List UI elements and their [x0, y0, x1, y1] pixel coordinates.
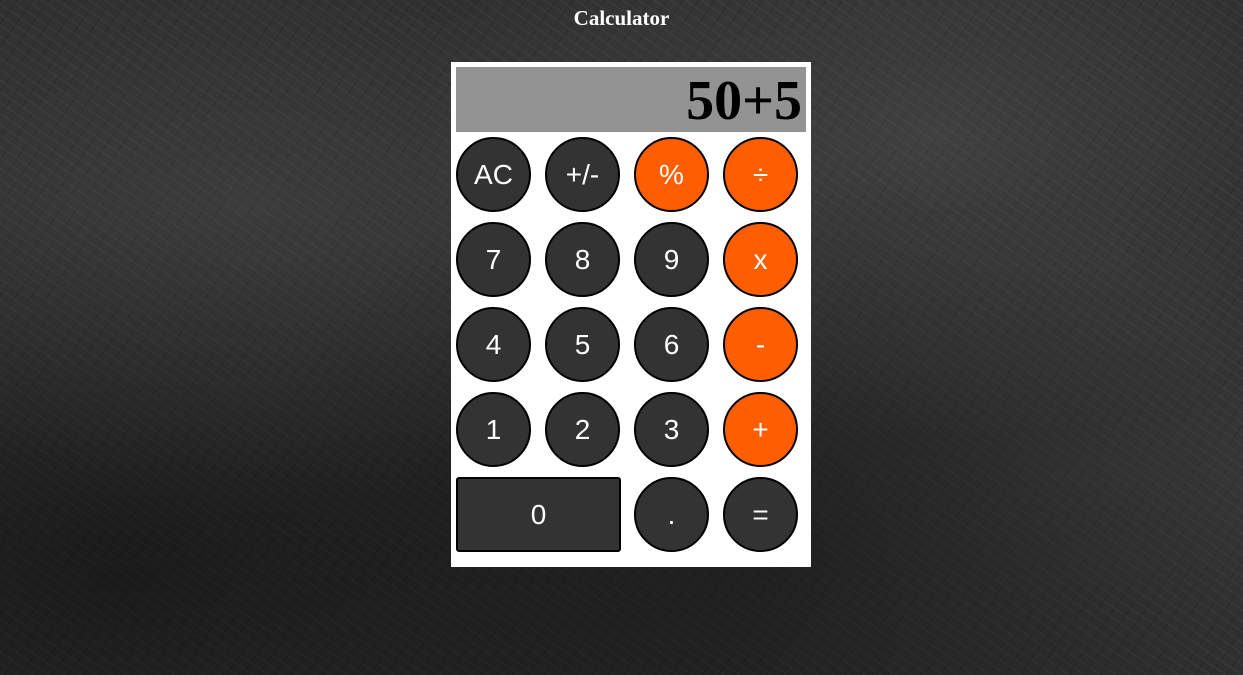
calculator-display: 50+5 — [456, 67, 806, 132]
digit-2-button[interactable]: 2 — [545, 392, 620, 467]
all-clear-button[interactable]: AC — [456, 137, 531, 212]
digit-5-button[interactable]: 5 — [545, 307, 620, 382]
add-button[interactable]: + — [723, 392, 798, 467]
digit-8-button[interactable]: 8 — [545, 222, 620, 297]
divide-button[interactable]: ÷ — [723, 137, 798, 212]
digit-0-button[interactable]: 0 — [456, 477, 621, 552]
multiply-button[interactable]: x — [723, 222, 798, 297]
decimal-button[interactable]: . — [634, 477, 709, 552]
page-title: Calculator — [573, 6, 670, 30]
equals-button[interactable]: = — [723, 477, 798, 552]
calculator-panel: 50+5 AC +/- % ÷ 7 8 9 x 4 5 6 - 1 2 3 + … — [451, 62, 811, 567]
toggle-sign-button[interactable]: +/- — [545, 137, 620, 212]
digit-6-button[interactable]: 6 — [634, 307, 709, 382]
digit-9-button[interactable]: 9 — [634, 222, 709, 297]
percent-button[interactable]: % — [634, 137, 709, 212]
digit-4-button[interactable]: 4 — [456, 307, 531, 382]
digit-3-button[interactable]: 3 — [634, 392, 709, 467]
subtract-button[interactable]: - — [723, 307, 798, 382]
digit-1-button[interactable]: 1 — [456, 392, 531, 467]
digit-7-button[interactable]: 7 — [456, 222, 531, 297]
